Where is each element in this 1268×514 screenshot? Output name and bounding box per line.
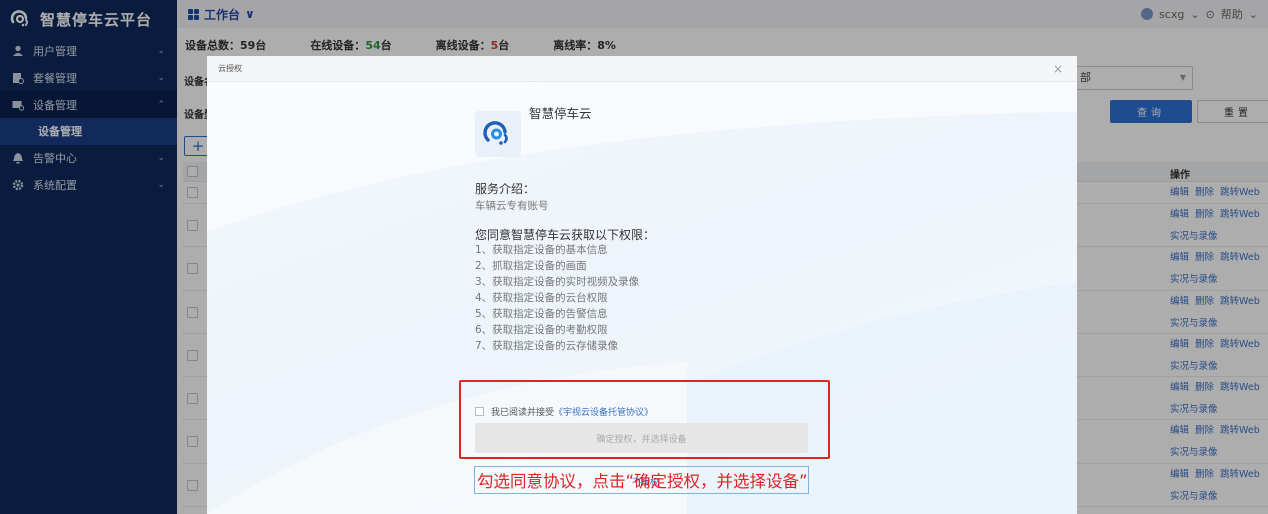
permission-item: 1、获取指定设备的基本信息 — [475, 244, 608, 256]
service-desc: 车辆云专有账号 — [475, 200, 549, 212]
permission-item: 3、获取指定设备的实时视频及录像 — [475, 276, 640, 288]
instruction-caption-box: 勾选同意协议，点击“确定授权，并选择设备” — [474, 466, 809, 494]
permission-item: 4、获取指定设备的云台权限 — [475, 292, 608, 304]
permission-item: 5、获取指定设备的告警信息 — [475, 308, 608, 320]
permission-item: 7、获取指定设备的云存储录像 — [475, 340, 619, 352]
parking-cloud-logo-icon — [483, 121, 508, 145]
dialog-title: 云授权 — [218, 64, 242, 73]
instruction-caption: 勾选同意协议，点击“确定授权，并选择设备” — [477, 472, 808, 491]
dialog-header: 云授权 × — [207, 56, 1077, 82]
app-logo — [475, 111, 521, 157]
close-icon[interactable]: × — [1053, 62, 1063, 76]
permission-item: 2、抓取指定设备的画面 — [475, 260, 587, 272]
app-name: 智慧停车云 — [529, 106, 592, 121]
highlight-box — [459, 380, 830, 459]
permission-title: 您同意智慧停车云获取以下权限： — [475, 228, 656, 242]
permission-item: 6、获取指定设备的考勤权限 — [475, 324, 608, 336]
service-title: 服务介绍： — [475, 182, 536, 196]
